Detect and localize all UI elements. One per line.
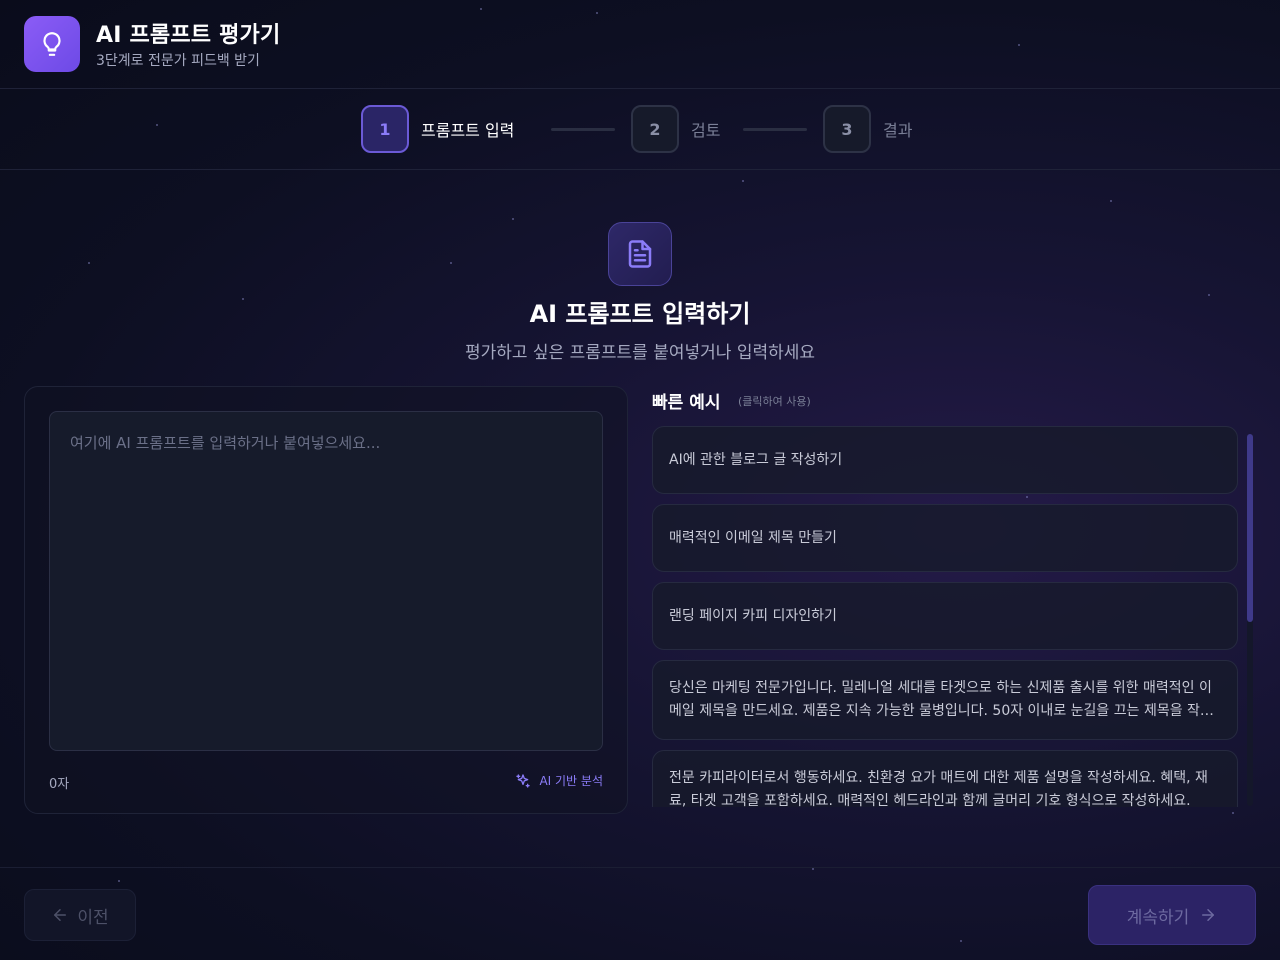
page-subtitle: 평가하고 싶은 프롬프트를 붙여넣거나 입력하세요 — [464, 343, 816, 363]
example-text: AI에 관한 블로그 글 작성하기 — [669, 451, 843, 468]
example-text: 매력적인 이메일 제목 만들기 — [669, 529, 837, 546]
examples-list: AI에 관한 블로그 글 작성하기 매력적인 이메일 제목 만들기 랜딩 페이지… — [652, 426, 1238, 807]
page-title: AI 프롬프트 입력하기 — [529, 300, 751, 328]
examples-title: 빠른 예시 — [652, 393, 721, 413]
prev-button-label: 이전 — [77, 907, 109, 928]
step-2-number: 2 — [631, 105, 679, 153]
step-2-label: 검토 — [691, 121, 721, 140]
step-connector — [743, 128, 807, 131]
arrow-left-icon — [54, 909, 67, 921]
example-text: 전문 카피라이터로서 행동하세요. 친환경 요가 매트에 대한 제품 설명을 작… — [669, 770, 1208, 807]
app-title: AI 프롬프트 평가기 — [96, 23, 281, 48]
examples-hint: (클릭하여 사용) — [738, 395, 811, 408]
app-logo — [24, 16, 80, 72]
step-3-label: 결과 — [883, 121, 913, 140]
continue-button[interactable]: 계속하기 — [1088, 885, 1256, 945]
app-subtitle: 3단계로 전문가 피드백 받기 — [96, 53, 260, 69]
app-header: AI 프롬프트 평가기 3단계로 전문가 피드백 받기 — [0, 0, 1280, 89]
example-text: 당신은 마케팅 전문가입니다. 밀레니얼 세대를 타겟으로 하는 신제품 출시를… — [669, 680, 1213, 719]
hero-icon-box — [608, 222, 672, 286]
prompt-textarea[interactable] — [49, 411, 603, 751]
prev-button[interactable]: 이전 — [24, 889, 136, 941]
sparkles-icon — [516, 773, 531, 788]
step-1-label: 프롬프트 입력 — [421, 121, 515, 140]
arrow-right-icon — [1202, 909, 1215, 921]
example-item[interactable]: 당신은 마케팅 전문가입니다. 밀레니얼 세대를 타겟으로 하는 신제품 출시를… — [652, 660, 1238, 740]
progress-stepper: 1 프롬프트 입력 2 검토 3 결과 — [0, 89, 1280, 170]
ai-badge-label: AI 기반 분석 — [539, 774, 603, 788]
step-3-number: 3 — [823, 105, 871, 153]
step-1-number: 1 — [361, 105, 409, 153]
footer-nav: 이전 계속하기 — [0, 867, 1280, 960]
prompt-input-panel: 0자 AI 기반 분석 — [24, 386, 628, 814]
scrollbar-thumb[interactable] — [1247, 434, 1253, 622]
lightbulb-icon — [43, 32, 61, 56]
continue-button-label: 계속하기 — [1126, 907, 1190, 928]
example-item[interactable]: 전문 카피라이터로서 행동하세요. 친환경 요가 매트에 대한 제품 설명을 작… — [652, 750, 1238, 807]
example-text: 랜딩 페이지 카피 디자인하기 — [669, 607, 837, 624]
example-item[interactable]: 랜딩 페이지 카피 디자인하기 — [652, 582, 1238, 650]
document-icon — [628, 240, 652, 268]
step-connector — [551, 128, 615, 131]
example-item[interactable]: 매력적인 이메일 제목 만들기 — [652, 504, 1238, 572]
examples-scrollbar[interactable] — [1247, 434, 1253, 806]
ai-analysis-badge: AI 기반 분석 — [515, 772, 603, 789]
char-count: 0자 — [49, 777, 70, 792]
example-item[interactable]: AI에 관한 블로그 글 작성하기 — [652, 426, 1238, 494]
